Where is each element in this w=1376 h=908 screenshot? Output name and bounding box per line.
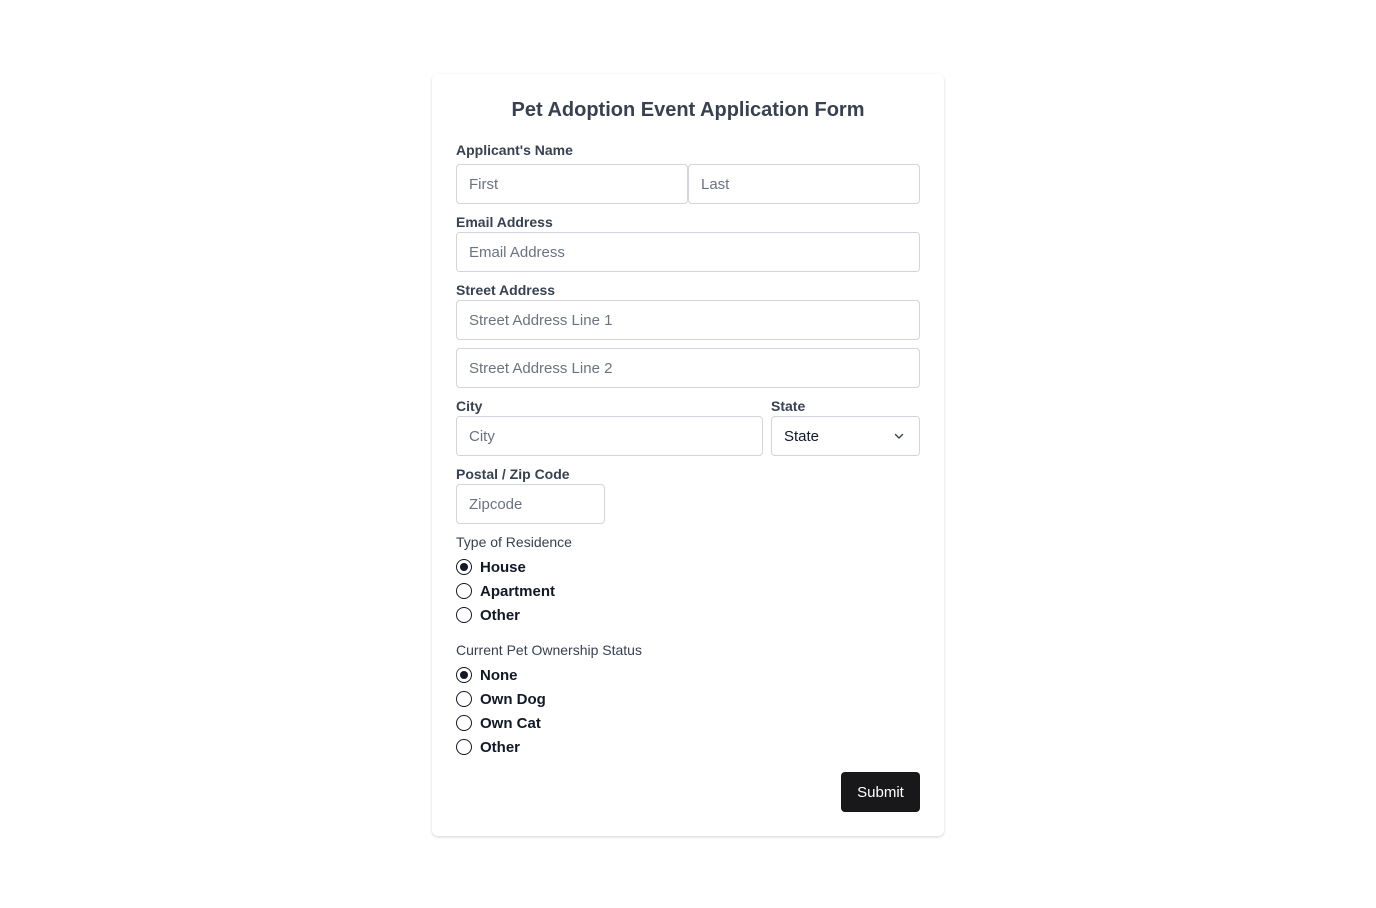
residence-label: Type of Residence — [456, 534, 572, 550]
zip-input[interactable] — [456, 484, 605, 524]
ownership-option-own-cat[interactable]: Own Cat — [456, 711, 541, 735]
residence-option-other[interactable]: Other — [456, 603, 520, 627]
ownership-label: Current Pet Ownership Status — [456, 642, 642, 658]
radio-button[interactable] — [456, 667, 472, 683]
street-label: Street Address — [456, 282, 556, 298]
radio-button[interactable] — [456, 739, 472, 755]
first-name-input[interactable] — [456, 164, 688, 204]
form-title: Pet Adoption Event Application Form — [511, 99, 865, 121]
residence-option-apartment[interactable]: Apartment — [456, 579, 555, 603]
email-label: Email Address — [456, 214, 553, 230]
street-line1-input[interactable] — [456, 300, 920, 340]
state-label: State — [771, 398, 806, 414]
radio-button[interactable] — [456, 715, 472, 731]
name-label: Applicant's Name — [456, 142, 573, 158]
last-name-input[interactable] — [688, 164, 920, 204]
ownership-option-none[interactable]: None — [456, 663, 518, 687]
city-label: City — [456, 398, 483, 414]
street-line2-input[interactable] — [456, 348, 920, 388]
email-input[interactable] — [456, 232, 920, 272]
radio-button[interactable] — [456, 583, 472, 599]
state-select-value: State — [784, 427, 820, 445]
zip-label: Postal / Zip Code — [456, 466, 570, 482]
radio-button[interactable] — [456, 607, 472, 623]
submit-button[interactable]: Submit — [841, 772, 920, 812]
radio-button[interactable] — [456, 691, 472, 707]
radio-button[interactable] — [456, 559, 472, 575]
residence-option-house[interactable]: House — [456, 555, 526, 579]
ownership-option-other[interactable]: Other — [456, 735, 520, 759]
application-form-card: Pet Adoption Event Application Form Appl… — [432, 74, 944, 836]
ownership-option-own-dog[interactable]: Own Dog — [456, 687, 546, 711]
state-select[interactable]: State — [771, 416, 920, 456]
city-input[interactable] — [456, 416, 763, 456]
chevron-down-icon — [893, 430, 905, 442]
